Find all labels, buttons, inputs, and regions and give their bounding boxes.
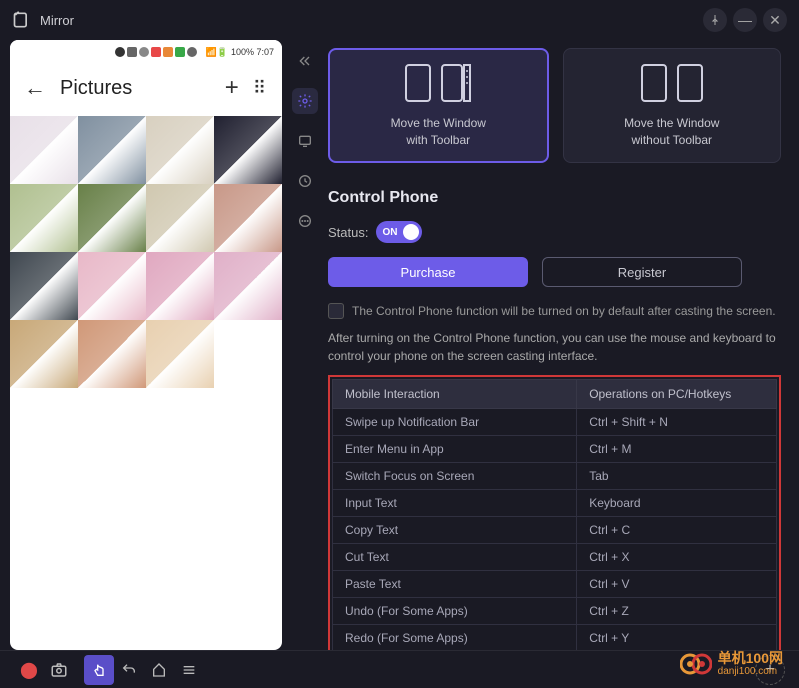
status-label: Status: [328, 225, 368, 240]
close-button[interactable]: ✕ [763, 8, 787, 32]
back-icon[interactable]: ← [24, 75, 46, 101]
phone-page-title: Pictures [60, 77, 225, 100]
screenshot-button[interactable] [44, 655, 74, 685]
photo-thumb[interactable] [78, 252, 146, 320]
record-button[interactable]: ⬤ [14, 655, 44, 685]
table-row: Switch Focus on ScreenTab [333, 463, 777, 490]
hotkeys-table: Mobile Interaction Operations on PC/Hotk… [332, 379, 777, 650]
help-text: After turning on the Control Phone funct… [328, 329, 781, 365]
table-row: Swipe up Notification BarCtrl + Shift + … [333, 409, 777, 436]
photo-thumb[interactable] [78, 184, 146, 252]
photo-grid [10, 116, 282, 388]
phone-status-bar: 📶🔋 100% 7:07 [10, 40, 282, 64]
view-grid-icon[interactable]: ⠿ [253, 78, 268, 99]
table-row: Enter Menu in AppCtrl + M [333, 436, 777, 463]
app-icon [12, 10, 32, 30]
photo-thumb[interactable] [214, 252, 282, 320]
photo-thumb[interactable] [146, 252, 214, 320]
card-with-toolbar[interactable]: Move the Windowwith Toolbar [328, 48, 549, 163]
menu-button[interactable] [174, 655, 204, 685]
titlebar: Mirror — ✕ [0, 0, 799, 40]
photo-thumb[interactable] [146, 320, 214, 388]
footer-toolbar: ⬤ + [0, 650, 799, 688]
photo-thumb[interactable] [214, 116, 282, 184]
card-without-toolbar[interactable]: Move the Windowwithout Toolbar [563, 48, 782, 163]
touch-button[interactable] [84, 655, 114, 685]
photo-thumb[interactable] [10, 184, 78, 252]
app-title: Mirror [40, 13, 703, 28]
minimize-button[interactable]: — [733, 8, 757, 32]
th-mobile: Mobile Interaction [333, 380, 577, 409]
phone-preview: 📶🔋 100% 7:07 ← Pictures + ⠿ [10, 40, 282, 650]
table-row: Redo (For Some Apps)Ctrl + Y [333, 625, 777, 651]
undo-button[interactable] [114, 655, 144, 685]
table-row: Copy TextCtrl + C [333, 517, 777, 544]
add-footer-button[interactable]: + [755, 655, 785, 685]
default-on-checkbox[interactable] [328, 303, 344, 319]
hotkeys-table-highlight: Mobile Interaction Operations on PC/Hotk… [328, 375, 781, 650]
add-icon[interactable]: + [225, 74, 239, 102]
table-row: Paste TextCtrl + V [333, 571, 777, 598]
display-icon[interactable] [292, 128, 318, 154]
register-button[interactable]: Register [542, 257, 742, 287]
photo-thumb[interactable] [146, 116, 214, 184]
table-row: Input TextKeyboard [333, 490, 777, 517]
collapse-button[interactable] [292, 48, 318, 74]
history-icon[interactable] [292, 168, 318, 194]
phone-status-text: 100% 7:07 [231, 47, 274, 57]
photo-thumb[interactable] [214, 184, 282, 252]
section-title: Control Phone [328, 189, 781, 207]
settings-panel: Move the Windowwith Toolbar Move the Win… [322, 40, 799, 650]
photo-thumb[interactable] [10, 116, 78, 184]
sidebar [288, 40, 322, 650]
pin-button[interactable] [703, 8, 727, 32]
photo-thumb[interactable] [10, 320, 78, 388]
settings-icon[interactable] [292, 88, 318, 114]
photo-thumb[interactable] [78, 320, 146, 388]
checkbox-label: The Control Phone function will be turne… [352, 304, 776, 318]
home-button[interactable] [144, 655, 174, 685]
table-row: Undo (For Some Apps)Ctrl + Z [333, 598, 777, 625]
more-icon[interactable] [292, 208, 318, 234]
photo-thumb[interactable] [78, 116, 146, 184]
th-pc: Operations on PC/Hotkeys [577, 380, 777, 409]
status-toggle[interactable]: ON [376, 221, 422, 243]
purchase-button[interactable]: Purchase [328, 257, 528, 287]
table-row: Cut TextCtrl + X [333, 544, 777, 571]
photo-thumb[interactable] [10, 252, 78, 320]
photo-thumb[interactable] [146, 184, 214, 252]
